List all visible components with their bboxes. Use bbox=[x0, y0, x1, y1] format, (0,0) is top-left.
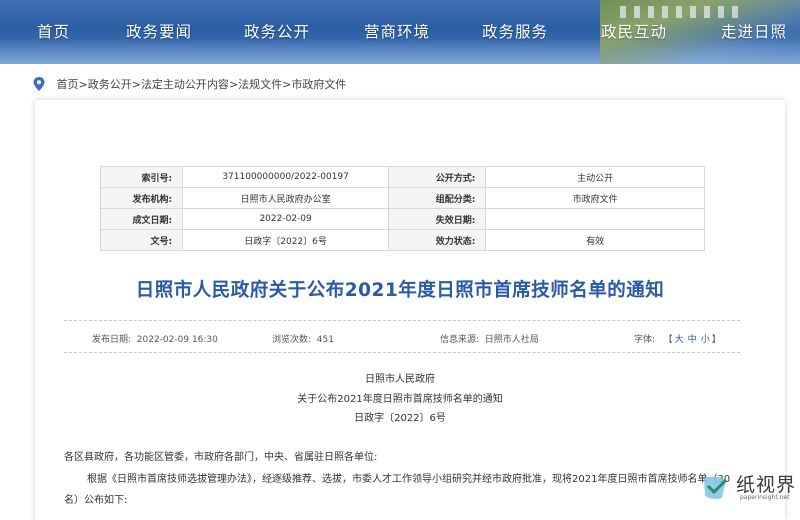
views-value: 451 bbox=[316, 335, 334, 345]
breadcrumb-city-docs[interactable]: 市政府文件 bbox=[291, 78, 346, 91]
font-label: 字体: bbox=[634, 335, 656, 345]
breadcrumb-separator: > bbox=[282, 78, 292, 91]
nav-interaction[interactable]: 政民互动 bbox=[601, 20, 667, 42]
meta-divider-top bbox=[64, 320, 740, 321]
views-label: 浏览次数: bbox=[272, 335, 312, 345]
doc-number-label: 文号: bbox=[99, 229, 184, 251]
document-info-table: 索引号: 371100000000/2022-00197 公开方式: 主动公开 … bbox=[99, 166, 705, 251]
table-row: 文号: 日政字〔2022〕6号 效力状态: 有效 bbox=[99, 229, 705, 251]
doc-head-subject: 关于公布2021年度日照市首席技师名单的通知 bbox=[297, 394, 503, 405]
validity-value: 有效 bbox=[485, 229, 705, 251]
written-date-value: 2022-02-09 bbox=[182, 208, 390, 230]
publisher-value: 日照市人民政府办公室 bbox=[182, 187, 390, 209]
source-label: 信息来源: bbox=[440, 335, 480, 345]
publisher-label: 发布机构: bbox=[99, 187, 184, 209]
article-title: 日照市人民政府关于公布2021年度日照市首席技师名单的通知 bbox=[135, 280, 665, 301]
nav-services[interactable]: 政务服务 bbox=[482, 20, 548, 42]
disclosure-label: 公开方式: bbox=[388, 166, 487, 188]
nav-news[interactable]: 政务要闻 bbox=[126, 20, 192, 42]
font-bracket-open: 【 bbox=[663, 335, 673, 345]
font-size-switcher: 字体: 【大中小】 bbox=[634, 332, 721, 345]
body-paragraph-1: 根据《日照市首席技师选拔管理办法》，经逐级推荐、选拔，市委人才工作领导小组研究并… bbox=[87, 474, 731, 485]
doc-head-issuer: 日照市人民政府 bbox=[365, 374, 435, 385]
nav-items: 首页 政务要闻 政务公开 营商环境 政务服务 政民互动 走进日照 bbox=[0, 0, 800, 64]
index-label: 索引号: bbox=[99, 166, 184, 188]
table-row: 发布机构: 日照市人民政府办公室 组配分类: 市政府文件 bbox=[99, 187, 705, 209]
nav-about[interactable]: 走进日照 bbox=[721, 20, 787, 42]
watermark-url: paperinsight.net bbox=[740, 494, 790, 501]
font-small-button[interactable]: 小 bbox=[701, 335, 710, 345]
category-label: 组配分类: bbox=[388, 187, 487, 209]
publish-date-label: 发布日期: bbox=[92, 335, 132, 345]
doc-head-number: 日政字〔2022〕6号 bbox=[354, 413, 446, 424]
source-value: 日照市人社局 bbox=[484, 335, 539, 345]
breadcrumb: 首页>政务公开>法定主动公开内容>法规文件>市政府文件 bbox=[33, 76, 346, 91]
expiry-date-value bbox=[485, 208, 705, 230]
written-date-label: 成文日期: bbox=[99, 208, 184, 230]
location-pin-icon bbox=[33, 77, 45, 91]
view-count: 浏览次数: 451 bbox=[272, 332, 334, 345]
font-bracket-close: 】 bbox=[711, 335, 721, 345]
breadcrumb-separator: > bbox=[131, 78, 141, 91]
body-paragraph-1-cont: 名）公布如下: bbox=[64, 495, 128, 506]
table-row: 索引号: 371100000000/2022-00197 公开方式: 主动公开 bbox=[99, 166, 705, 188]
nav-open-gov[interactable]: 政务公开 bbox=[244, 20, 310, 42]
info-source: 信息来源: 日照市人社局 bbox=[440, 332, 539, 345]
breadcrumb-open-gov[interactable]: 政务公开 bbox=[88, 78, 132, 91]
category-value: 市政府文件 bbox=[485, 187, 705, 209]
publish-date: 发布日期: 2022-02-09 16:30 bbox=[92, 332, 218, 345]
font-medium-button[interactable]: 中 bbox=[688, 335, 697, 345]
breadcrumb-home[interactable]: 首页 bbox=[57, 78, 79, 91]
meta-divider-bottom bbox=[64, 352, 740, 353]
table-row: 成文日期: 2022-02-09 失效日期: bbox=[99, 208, 705, 230]
salutation: 各区县政府，各功能区管委，市政府各部门，中央、省属驻日照各单位: bbox=[64, 452, 378, 463]
breadcrumb-regulations[interactable]: 法规文件 bbox=[238, 78, 282, 91]
expiry-date-label: 失效日期: bbox=[388, 208, 487, 230]
breadcrumb-separator: > bbox=[78, 78, 88, 91]
index-value: 371100000000/2022-00197 bbox=[182, 166, 390, 188]
breadcrumb-statutory[interactable]: 法定主动公开内容 bbox=[141, 78, 229, 91]
top-nav-bar: 首页 政务要闻 政务公开 营商环境 政务服务 政民互动 走进日照 bbox=[0, 0, 800, 64]
watermark-logo-icon bbox=[704, 476, 728, 500]
disclosure-value: 主动公开 bbox=[485, 166, 705, 188]
nav-business[interactable]: 营商环境 bbox=[364, 20, 430, 42]
font-large-button[interactable]: 大 bbox=[675, 335, 684, 345]
publish-date-value: 2022-02-09 16:30 bbox=[136, 335, 218, 345]
validity-label: 效力状态: bbox=[388, 229, 487, 251]
breadcrumb-separator: > bbox=[228, 78, 239, 91]
watermark-name: 纸视界 bbox=[736, 474, 797, 496]
watermark: 纸视界 paperinsight.net bbox=[700, 470, 800, 506]
nav-home[interactable]: 首页 bbox=[37, 20, 70, 42]
doc-number-value: 日政字〔2022〕6号 bbox=[182, 229, 390, 251]
